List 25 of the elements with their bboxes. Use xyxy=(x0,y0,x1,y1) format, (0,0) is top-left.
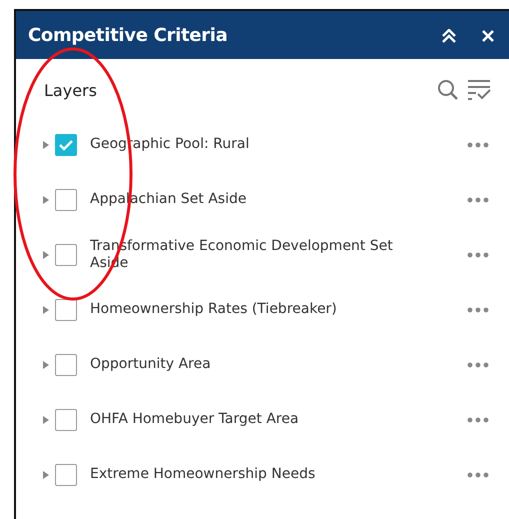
close-icon[interactable] xyxy=(481,27,495,43)
layer-label[interactable]: OHFA Homebuyer Target Area xyxy=(90,411,299,428)
expand-caret-icon[interactable] xyxy=(42,414,50,424)
expand-caret-icon[interactable] xyxy=(42,360,50,370)
expand-caret-icon[interactable] xyxy=(42,194,50,204)
layer-checkbox[interactable] xyxy=(55,354,77,376)
expand-caret-icon[interactable] xyxy=(42,304,50,314)
checkmark-icon xyxy=(59,138,73,150)
panel-title: Competitive Criteria xyxy=(28,24,228,48)
layer-checkbox[interactable] xyxy=(55,188,77,210)
layer-checkbox[interactable] xyxy=(55,244,77,266)
layer-checkbox[interactable] xyxy=(55,298,77,320)
layer-label[interactable]: Extreme Homeownership Needs xyxy=(90,466,316,483)
layer-label[interactable]: Opportunity Area xyxy=(90,356,211,373)
search-icon[interactable] xyxy=(437,79,459,101)
expand-caret-icon[interactable] xyxy=(42,140,50,150)
layer-label[interactable]: Homeownership Rates (Tiebreaker) xyxy=(90,301,337,318)
layer-checkbox[interactable] xyxy=(55,464,77,486)
collapse-icon[interactable] xyxy=(441,27,457,43)
expand-caret-icon[interactable] xyxy=(42,250,50,260)
layer-checkbox[interactable] xyxy=(55,134,77,156)
filter-list-icon[interactable] xyxy=(467,79,491,101)
layer-checkbox[interactable] xyxy=(55,408,77,430)
layers-heading: Layers xyxy=(44,80,97,102)
expand-caret-icon[interactable] xyxy=(42,470,50,480)
